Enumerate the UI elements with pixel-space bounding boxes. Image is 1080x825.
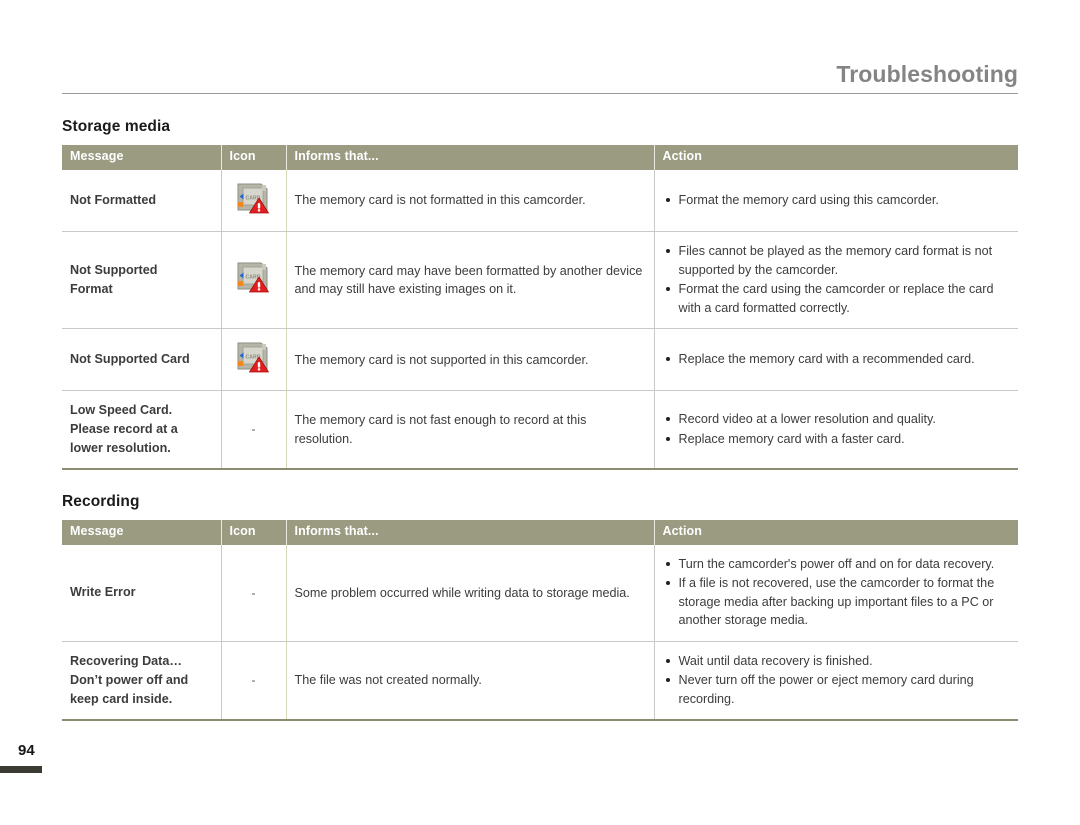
message-line: Don’t power off and — [70, 673, 189, 688]
action-item: Wait until data recovery is finished. — [663, 652, 1011, 671]
recording-table: Message Icon Informs that... Action Writ… — [62, 520, 1018, 722]
action-list: Record video at a lower resolution and q… — [663, 410, 1011, 448]
cell-informs: The memory card is not fast enough to re… — [286, 390, 655, 470]
table-header: Message Icon Informs that... Action — [62, 520, 1018, 545]
column-header-action: Action — [654, 145, 1018, 170]
message-line: Not Supported Card — [70, 352, 190, 367]
action-item: Replace the memory card with a recommend… — [663, 350, 1011, 369]
action-item: Replace memory card with a faster card. — [663, 430, 1011, 449]
section-recording: Recording Message Icon Informs that... A… — [62, 493, 1018, 722]
section-title: Storage media — [62, 118, 171, 135]
table-header-row: Message Icon Informs that... Action — [62, 520, 1018, 545]
message-text: Not Formatted — [70, 191, 213, 210]
column-header-message: Message — [62, 145, 222, 170]
memory-card-warning-icon: CARD — [233, 339, 275, 375]
cell-action: Replace the memory card with a recommend… — [654, 328, 1018, 392]
action-list: Format the memory card using this camcor… — [663, 191, 1011, 210]
cell-action: Record video at a lower resolution and q… — [654, 390, 1018, 470]
cell-informs: The file was not created normally. — [286, 641, 655, 722]
memory-card-warning-icon: CARD — [233, 180, 275, 216]
table-row: Not Supported Card CARD The memory card is… — [62, 328, 1018, 392]
table-body: Write Error - Some problem occurred while … — [62, 544, 1018, 722]
document-page: Troubleshooting Storage media Message Ic… — [0, 0, 1080, 825]
cell-icon: - — [221, 544, 287, 642]
table-row: Low Speed Card. Please record at a lower r… — [62, 390, 1018, 470]
dash-placeholder-icon: - — [251, 585, 256, 600]
section-title: Recording — [62, 493, 140, 510]
column-header-informs: Informs that... — [286, 520, 655, 545]
column-header-icon: Icon — [221, 145, 287, 170]
dash-placeholder-icon: - — [251, 673, 256, 688]
cell-icon: CARD — [221, 231, 287, 329]
message-text: Recovering Data… Don’t power off and keep … — [70, 652, 213, 709]
message-text: Write Error — [70, 583, 213, 602]
message-line: Please record at a — [70, 422, 178, 437]
cell-informs: The memory card may have been formatted … — [286, 231, 655, 329]
action-item: Record video at a lower resolution and q… — [663, 410, 1011, 429]
table-body: Not Formatted CARD The memory card is not … — [62, 169, 1018, 470]
message-line: Not Supported — [70, 263, 158, 278]
message-text: Not Supported Format — [70, 261, 213, 299]
cell-icon: CARD — [221, 169, 287, 232]
page-number-bar — [0, 766, 42, 773]
page-number: 94 — [18, 742, 35, 759]
cell-message: Not Supported Card — [62, 328, 222, 392]
cell-message: Not Formatted — [62, 169, 222, 232]
action-list: Files cannot be played as the memory car… — [663, 242, 1011, 317]
cell-action: Files cannot be played as the memory car… — [654, 231, 1018, 329]
cell-informs: Some problem occurred while writing data… — [286, 544, 655, 642]
cell-message: Low Speed Card. Please record at a lower r… — [62, 390, 222, 470]
table-header-row: Message Icon Informs that... Action — [62, 145, 1018, 170]
cell-icon: - — [221, 390, 287, 470]
memory-card-warning-icon: CARD — [233, 259, 275, 295]
message-line: Low Speed Card. — [70, 403, 173, 418]
column-header-message: Message — [62, 520, 222, 545]
column-header-informs: Informs that... — [286, 145, 655, 170]
cell-icon: CARD — [221, 328, 287, 392]
dash-placeholder-icon: - — [251, 422, 256, 437]
message-line: keep card inside. — [70, 691, 173, 706]
cell-icon: - — [221, 641, 287, 722]
action-list: Turn the camcorder's power off and on fo… — [663, 555, 1011, 630]
column-header-icon: Icon — [221, 520, 287, 545]
action-item: Turn the camcorder's power off and on fo… — [663, 555, 1011, 574]
table-header: Message Icon Informs that... Action — [62, 145, 1018, 170]
action-list: Wait until data recovery is finished. Nev… — [663, 652, 1011, 709]
cell-message: Recovering Data… Don’t power off and keep … — [62, 641, 222, 722]
header-divider — [62, 93, 1018, 95]
message-line: Write Error — [70, 585, 136, 600]
message-line: Not Formatted — [70, 192, 157, 207]
cell-action: Format the memory card using this camcor… — [654, 169, 1018, 232]
cell-informs: The memory card is not supported in this… — [286, 328, 655, 392]
message-line: Recovering Data… — [70, 654, 182, 669]
cell-action: Wait until data recovery is finished. Nev… — [654, 641, 1018, 722]
action-item: Format the memory card using this camcor… — [663, 191, 1011, 210]
table-row: Not Formatted CARD The memory card is not … — [62, 169, 1018, 232]
table-row: Not Supported Format CARD The memory card m… — [62, 231, 1018, 329]
action-item: Format the card using the camcorder or r… — [663, 280, 1011, 317]
action-item: If a file is not recovered, use the camc… — [663, 574, 1011, 630]
message-line: Format — [70, 282, 113, 296]
table-row: Write Error - Some problem occurred while … — [62, 544, 1018, 642]
message-line: lower resolution. — [70, 441, 171, 456]
page-header: Troubleshooting — [62, 61, 1018, 95]
message-text: Low Speed Card. Please record at a lower r… — [70, 401, 213, 458]
section-storage-media: Storage media Message Icon Informs that.… — [62, 118, 1018, 470]
action-list: Replace the memory card with a recommend… — [663, 350, 1011, 369]
page-title: Troubleshooting — [836, 61, 1018, 87]
table-row: Recovering Data… Don’t power off and keep … — [62, 641, 1018, 722]
storage-media-table: Message Icon Informs that... Action Not … — [62, 145, 1018, 470]
cell-informs: The memory card is not formatted in this… — [286, 169, 655, 232]
action-item: Files cannot be played as the memory car… — [663, 242, 1011, 279]
message-text: Not Supported Card — [70, 350, 213, 369]
cell-message: Not Supported Format — [62, 231, 222, 329]
column-header-action: Action — [654, 520, 1018, 545]
cell-message: Write Error — [62, 544, 222, 642]
action-item: Never turn off the power or eject memory… — [663, 671, 1011, 708]
cell-action: Turn the camcorder's power off and on fo… — [654, 544, 1018, 642]
